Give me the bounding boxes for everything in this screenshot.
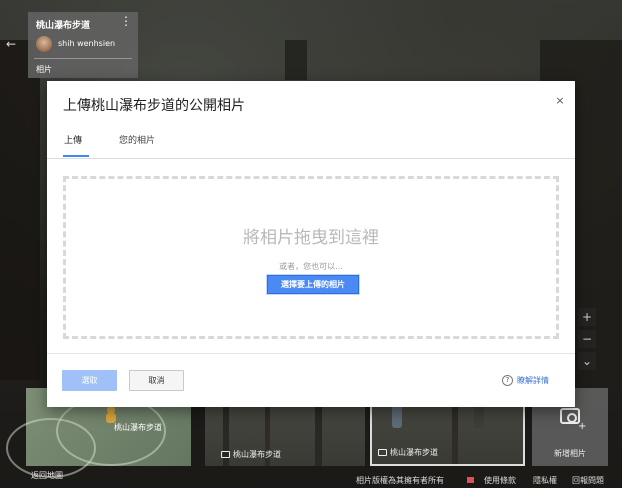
place-card: 桃山瀑布步道 ⋮ shih wenhsien 相片: [28, 12, 138, 78]
terms-link[interactable]: 使用條款: [484, 475, 516, 486]
close-icon[interactable]: ×: [553, 94, 567, 108]
dialog-title: 上傳桃山瀑布步道的公開相片: [63, 98, 245, 114]
avatar[interactable]: [36, 36, 52, 52]
help-icon[interactable]: ?: [502, 375, 513, 386]
map-place-label: 桃山瀑布步道: [114, 423, 162, 432]
privacy-link[interactable]: 隱私權: [533, 475, 557, 486]
add-camera-icon: [560, 408, 580, 424]
flag-icon[interactable]: [467, 477, 474, 483]
pick-button[interactable]: 選取: [62, 370, 117, 391]
more-vert-icon[interactable]: ⋮: [120, 15, 132, 27]
map-road: [6, 418, 96, 478]
divider: [47, 353, 575, 354]
or-text: 或者，您也可以...: [279, 262, 343, 271]
upload-dialog: 上傳桃山瀑布步道的公開相片 × 上傳 您的相片 將相片拖曳到這裡 或者，您也可以…: [47, 81, 575, 407]
thumbnail-label: 桃山瀑布步道: [221, 449, 281, 460]
drop-zone-text: 將相片拖曳到這裡: [243, 228, 379, 248]
drop-zone[interactable]: 將相片拖曳到這裡 或者，您也可以... 選擇要上傳的相片: [63, 176, 559, 339]
photos-label: 相片: [36, 65, 52, 74]
thumbnail-label: 桃山瀑布步道: [378, 447, 438, 458]
zoom-in-button[interactable]: +: [578, 308, 596, 326]
cancel-button[interactable]: 取消: [129, 370, 184, 391]
footer: 相片版權為其擁有者所有 使用條款 隱私權 回報問題: [0, 472, 622, 488]
zoom-out-button[interactable]: −: [578, 330, 596, 348]
learn-more-link[interactable]: 瞭解詳情: [517, 375, 549, 386]
copyright-text: 相片版權為其擁有者所有: [356, 476, 444, 485]
active-tab-indicator: [63, 155, 89, 157]
add-photo-label: 新增相片: [554, 449, 586, 458]
select-photos-button[interactable]: 選擇要上傳的相片: [267, 275, 359, 294]
user-name[interactable]: shih wenhsien: [58, 39, 115, 48]
back-arrow-icon[interactable]: ←: [6, 38, 16, 50]
expand-icon[interactable]: ⌄: [578, 352, 596, 370]
camera-icon: [221, 451, 230, 458]
camera-icon: [378, 449, 387, 456]
tab-upload[interactable]: 上傳: [64, 133, 82, 146]
divider: [47, 158, 575, 159]
tab-your-photos[interactable]: 您的相片: [119, 133, 155, 146]
report-link[interactable]: 回報問題: [572, 475, 604, 486]
divider: [34, 58, 132, 59]
plus-icon: +: [578, 421, 587, 432]
place-title[interactable]: 桃山瀑布步道: [36, 18, 90, 31]
